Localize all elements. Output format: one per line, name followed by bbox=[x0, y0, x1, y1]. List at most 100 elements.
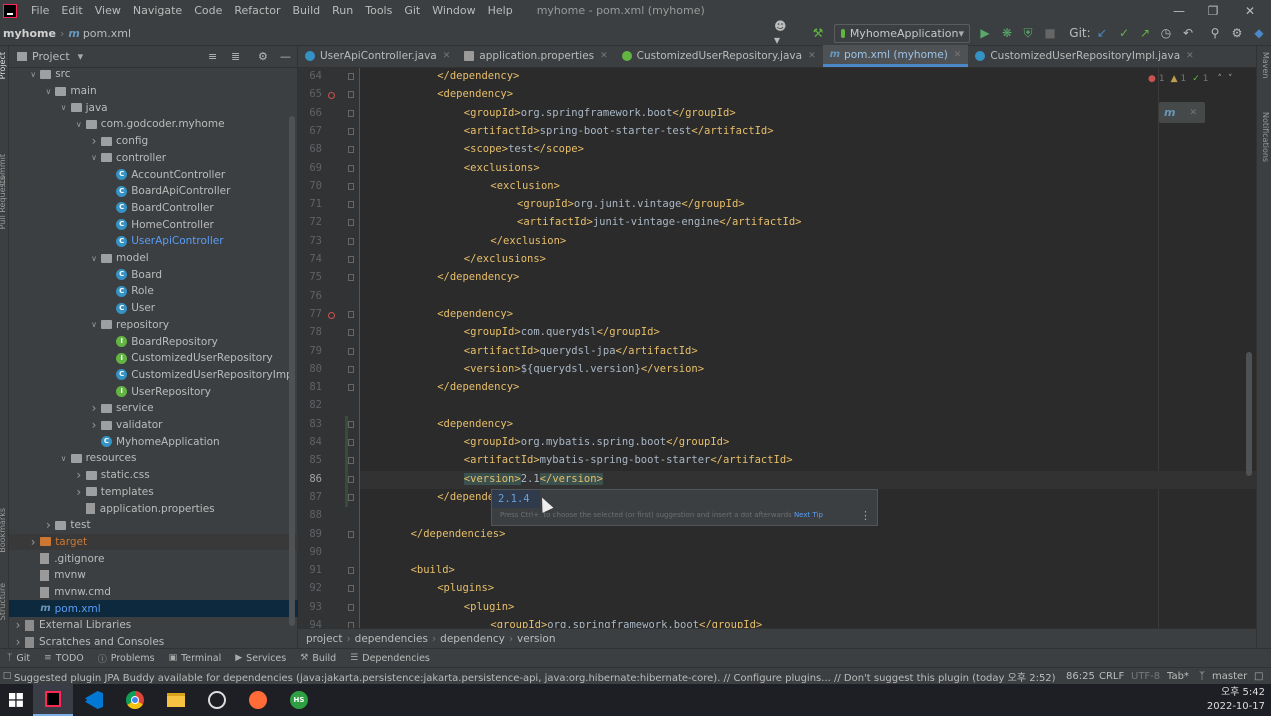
restore-icon[interactable]: ❐ bbox=[1196, 0, 1230, 21]
maven-reload-popup[interactable]: m ✕ bbox=[1159, 102, 1205, 123]
taskbar-clock[interactable]: 오후 5:42 2022-10-17 bbox=[1207, 686, 1265, 714]
search-icon[interactable]: ⚲ bbox=[1207, 25, 1223, 41]
chevron-right-icon[interactable]: › bbox=[89, 134, 99, 148]
chevron-down-icon[interactable]: ∨ bbox=[28, 70, 38, 79]
debug-icon[interactable]: ❋ bbox=[999, 25, 1015, 41]
tree-row[interactable]: C BoardApiController bbox=[9, 183, 298, 200]
tree-row[interactable]: › target bbox=[9, 533, 298, 551]
more-options-icon[interactable]: ⋮ bbox=[860, 509, 871, 522]
fold-marker-icon[interactable] bbox=[348, 219, 354, 227]
tool-services[interactable]: ▶ Services bbox=[228, 653, 293, 664]
fold-marker-icon[interactable] bbox=[348, 73, 354, 80]
chevron-down-icon[interactable]: ∨ bbox=[74, 120, 84, 129]
code-line[interactable]: <groupId>org.mybatis.spring.boot</groupI… bbox=[464, 436, 730, 448]
fold-marker-icon[interactable] bbox=[348, 475, 354, 483]
menu-code[interactable]: Code bbox=[188, 4, 228, 17]
code-line[interactable]: </dependency> bbox=[437, 381, 519, 393]
code-line[interactable]: </exclusion> bbox=[490, 235, 566, 247]
maven-gutter-icon[interactable] bbox=[328, 311, 335, 319]
chevron-right-icon[interactable]: › bbox=[28, 535, 38, 549]
git-branch[interactable]: master bbox=[1212, 671, 1247, 682]
code-editor[interactable]: </dependency> <dependency> <groupId>org.sp… bbox=[360, 68, 1256, 628]
tree-row[interactable]: I UserRepository bbox=[9, 383, 298, 400]
tree-row[interactable]: C Role bbox=[9, 283, 298, 300]
tree-row[interactable]: C AccountController bbox=[9, 166, 298, 183]
tree-row[interactable]: ∨ repository bbox=[9, 317, 298, 334]
fold-marker-icon[interactable] bbox=[348, 457, 354, 465]
editor-tab[interactable]: UserApiController.java ✕ bbox=[298, 45, 457, 67]
menu-help[interactable]: Help bbox=[482, 4, 519, 17]
tree-row[interactable]: C Board bbox=[9, 266, 298, 283]
menu-build[interactable]: Build bbox=[287, 4, 327, 17]
line-separator[interactable]: CRLF bbox=[1099, 671, 1124, 682]
taskbar-hs-icon[interactable]: HS bbox=[279, 684, 319, 716]
windows-start-icon[interactable] bbox=[0, 684, 32, 716]
fold-marker-icon[interactable] bbox=[348, 603, 354, 611]
chevron-down-icon[interactable]: ˅ bbox=[1228, 74, 1233, 84]
code-line[interactable]: </dependency> bbox=[437, 70, 519, 82]
fold-marker-icon[interactable] bbox=[348, 237, 354, 245]
editor-tab[interactable]: application.properties ✕ bbox=[457, 45, 614, 67]
tree-row[interactable]: mvnw bbox=[9, 567, 298, 584]
chevron-right-icon[interactable]: › bbox=[74, 468, 84, 482]
chevron-down-icon[interactable]: ▾ bbox=[78, 50, 84, 63]
chevron-right-icon[interactable]: › bbox=[89, 401, 99, 415]
tree-row[interactable]: C CustomizedUserRepositoryImpl bbox=[9, 367, 298, 384]
code-line[interactable]: <build> bbox=[411, 564, 455, 576]
code-line[interactable]: </dependencies> bbox=[411, 528, 506, 540]
tree-row[interactable]: mvnw.cmd bbox=[9, 584, 298, 601]
editor-scrollbar[interactable] bbox=[1246, 352, 1252, 476]
fold-marker-icon[interactable] bbox=[348, 347, 354, 355]
tree-row[interactable]: ∨ controller bbox=[9, 150, 298, 167]
tree-row[interactable]: m pom.xml bbox=[9, 600, 298, 618]
tool-build[interactable]: ⚒ Build bbox=[293, 653, 343, 664]
editor-tab[interactable]: CustomizedUserRepository.java ✕ bbox=[615, 45, 823, 67]
tree-row[interactable]: .gitignore bbox=[9, 550, 298, 567]
fold-marker-icon[interactable] bbox=[348, 201, 354, 209]
hide-panel-icon[interactable]: — bbox=[280, 50, 291, 63]
code-line[interactable]: <dependency> bbox=[437, 88, 513, 100]
code-line[interactable]: <dependency> bbox=[437, 418, 513, 430]
settings-gear-icon[interactable]: ⚙ bbox=[1229, 25, 1245, 41]
taskbar-chrome-icon[interactable] bbox=[115, 684, 155, 716]
close-tab-icon[interactable]: ✕ bbox=[808, 51, 816, 61]
menu-window[interactable]: Window bbox=[426, 4, 481, 17]
run-config-select[interactable]: MyhomeApplication ▾ bbox=[834, 24, 970, 43]
chevron-right-icon[interactable]: › bbox=[89, 418, 99, 432]
code-line[interactable]: </exclusions> bbox=[464, 253, 546, 265]
expand-all-icon[interactable]: ≡ bbox=[208, 50, 217, 63]
code-line[interactable]: <plugin> bbox=[464, 601, 515, 613]
tree-row[interactable]: › templates bbox=[9, 484, 298, 501]
code-line[interactable]: <artifactId>spring-boot-starter-test</ar… bbox=[464, 125, 774, 137]
code-line[interactable]: <exclusion> bbox=[490, 180, 560, 192]
chevron-down-icon[interactable]: ∨ bbox=[89, 320, 99, 329]
fold-marker-icon[interactable] bbox=[348, 439, 354, 446]
tool-git[interactable]: ᛉ Git bbox=[0, 653, 37, 664]
editor-tab[interactable]: m pom.xml (myhome) ✕ bbox=[822, 45, 969, 67]
project-tree-scrollbar[interactable] bbox=[289, 116, 295, 626]
tree-row[interactable]: C User bbox=[9, 300, 298, 317]
crumb-project[interactable]: project bbox=[306, 633, 342, 645]
tree-row[interactable]: I BoardRepository bbox=[9, 333, 298, 350]
editor-tab[interactable]: CustomizedUserRepositoryImpl.java ✕ bbox=[968, 45, 1200, 67]
file-encoding[interactable]: UTF-8 bbox=[1131, 671, 1160, 682]
taskbar-vscode-icon[interactable] bbox=[74, 684, 114, 716]
menu-refactor[interactable]: Refactor bbox=[228, 4, 286, 17]
code-line[interactable]: <exclusions> bbox=[464, 162, 540, 174]
tool-maven[interactable]: Maven bbox=[1258, 52, 1270, 79]
memory-indicator-icon[interactable]: □ bbox=[1254, 671, 1263, 682]
git-commit-icon[interactable]: ✓ bbox=[1116, 25, 1132, 41]
code-line[interactable]: <dependency> bbox=[437, 308, 513, 320]
fold-marker-icon[interactable] bbox=[348, 91, 354, 99]
close-tab-icon[interactable]: ✕ bbox=[443, 51, 451, 61]
tree-row[interactable]: I CustomizedUserRepository bbox=[9, 350, 298, 367]
tree-row[interactable]: ∨ src bbox=[9, 66, 298, 83]
fold-marker-icon[interactable] bbox=[348, 109, 354, 117]
tree-row[interactable]: › External Libraries bbox=[9, 617, 298, 634]
fold-marker-icon[interactable] bbox=[348, 164, 354, 172]
tree-row[interactable]: ∨ resources bbox=[9, 450, 298, 467]
code-line[interactable]: <groupId>org.junit.vintage</groupId> bbox=[517, 198, 745, 210]
chevron-down-icon[interactable]: ∨ bbox=[43, 87, 53, 96]
rollback-icon[interactable]: ↶ bbox=[1180, 25, 1196, 41]
fold-marker-icon[interactable] bbox=[348, 530, 354, 538]
